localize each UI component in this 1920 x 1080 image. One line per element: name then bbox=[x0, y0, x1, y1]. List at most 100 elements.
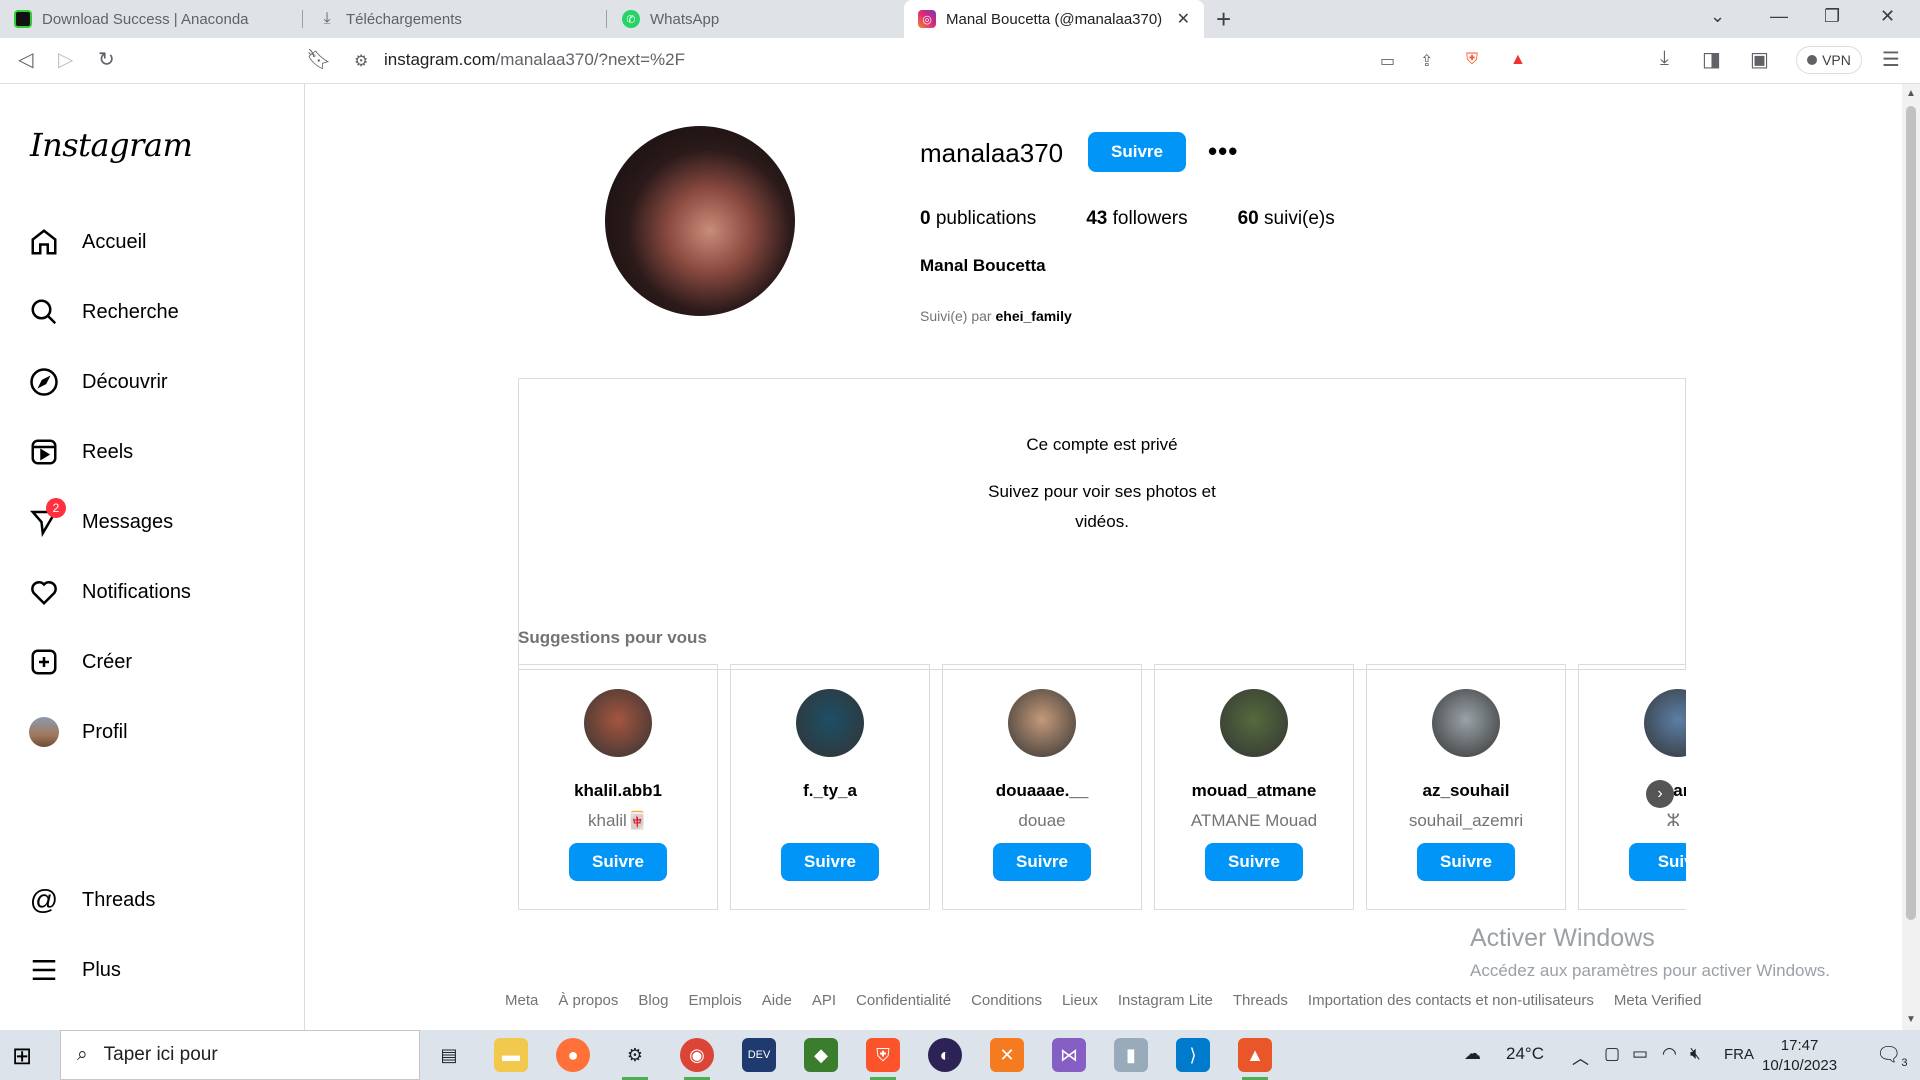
footer-link[interactable]: Lieux bbox=[1062, 992, 1098, 1009]
sidebar-item-threads[interactable]: @ Threads bbox=[28, 884, 156, 916]
file-explorer-icon[interactable]: ▬ bbox=[494, 1038, 528, 1072]
firefox-icon[interactable]: ● bbox=[556, 1038, 590, 1072]
sidebar-toggle-icon[interactable]: ◨ bbox=[1702, 47, 1721, 72]
close-window-button[interactable]: ✕ bbox=[1880, 6, 1895, 27]
new-tab-button[interactable]: + bbox=[1216, 4, 1231, 35]
tray-chevron-icon[interactable]: ︿ bbox=[1572, 1044, 1589, 1069]
suggestion-follow-button[interactable]: Suivi bbox=[1629, 843, 1686, 881]
footer-link[interactable]: API bbox=[812, 992, 836, 1009]
footer-link[interactable]: Blog bbox=[638, 992, 668, 1009]
brave-shield-icon[interactable]: ⛨ bbox=[1466, 51, 1478, 69]
following-stat[interactable]: 60 suivi(e)s bbox=[1238, 208, 1335, 230]
sidebar-item-reels[interactable]: Reels bbox=[28, 436, 133, 468]
vpn-button[interactable]: VPN bbox=[1796, 46, 1862, 74]
taskbar-search[interactable]: ⌕ Taper ici pour bbox=[60, 1030, 420, 1080]
restore-button[interactable]: ❐ bbox=[1824, 6, 1840, 27]
chrome-icon[interactable]: ◉ bbox=[680, 1038, 714, 1080]
suggestion-follow-button[interactable]: Suivre bbox=[1205, 843, 1303, 881]
devcpp-icon[interactable]: DEV bbox=[742, 1038, 776, 1072]
footer-link[interactable]: Meta Verified bbox=[1614, 992, 1702, 1009]
profile-picture[interactable] bbox=[605, 126, 795, 316]
task-view-icon[interactable]: ▤ bbox=[432, 1038, 466, 1072]
volume-muted-icon[interactable]: 🔇︎ bbox=[1690, 1044, 1701, 1064]
suggestion-username[interactable]: mouad_atmane bbox=[1155, 781, 1353, 801]
tab-list-chevron-icon[interactable]: ⌄ bbox=[1710, 6, 1725, 27]
next-arrow-icon[interactable]: › bbox=[1646, 780, 1674, 808]
visual-studio-icon[interactable]: ⋈ bbox=[1052, 1038, 1086, 1072]
sidebar-item-search[interactable]: Recherche bbox=[28, 296, 179, 328]
more-options-icon[interactable]: ••• bbox=[1208, 136, 1238, 167]
tab-downloads[interactable]: ⤓ Téléchargements bbox=[304, 0, 604, 38]
sidebar-item-more[interactable]: Plus bbox=[28, 954, 121, 986]
battery-icon[interactable]: ▭ bbox=[1632, 1044, 1648, 1064]
wallet-icon[interactable]: ▣ bbox=[1750, 47, 1769, 72]
brave-rewards-icon[interactable]: ▲ bbox=[1510, 51, 1526, 69]
followed-by[interactable]: Suivi(e) par ehei_family bbox=[920, 308, 1072, 324]
input-language[interactable]: FRA bbox=[1724, 1046, 1754, 1063]
xampp-icon[interactable]: ✕ bbox=[990, 1038, 1024, 1072]
forward-button[interactable]: ▷ bbox=[58, 47, 73, 72]
sidebar-item-explore[interactable]: Découvrir bbox=[28, 366, 168, 398]
tab-whatsapp[interactable]: ✆ WhatsApp bbox=[608, 0, 902, 38]
footer-link[interactable]: Threads bbox=[1233, 992, 1288, 1009]
close-tab-icon[interactable]: ✕ bbox=[1177, 9, 1190, 29]
footer-link[interactable]: Emplois bbox=[688, 992, 741, 1009]
minimize-button[interactable]: — bbox=[1770, 6, 1788, 27]
suggestion-username[interactable]: az_souhail bbox=[1367, 781, 1565, 801]
brave-icon[interactable]: ⛨ bbox=[866, 1038, 900, 1080]
sidebar-item-notifications[interactable]: Notifications bbox=[28, 576, 191, 608]
scroll-down-icon[interactable]: ▼ bbox=[1906, 1014, 1916, 1025]
bookmark-icon[interactable]: 🔖︎ bbox=[306, 47, 331, 72]
suggestion-avatar[interactable] bbox=[1008, 689, 1076, 757]
vscode-icon[interactable]: ⟩ bbox=[1176, 1038, 1210, 1072]
suggestion-username[interactable]: douaaae.__ bbox=[943, 781, 1141, 801]
followers-stat[interactable]: 43 followers bbox=[1086, 208, 1187, 230]
database-icon[interactable]: ▮ bbox=[1114, 1038, 1148, 1072]
suggestion-follow-button[interactable]: Suivre bbox=[993, 843, 1091, 881]
footer-link[interactable]: Instagram Lite bbox=[1118, 992, 1213, 1009]
suggestion-avatar[interactable] bbox=[584, 689, 652, 757]
cast-icon[interactable]: ▭ bbox=[1380, 51, 1395, 71]
taskbar-clock[interactable]: 17:47 10/10/2023 bbox=[1762, 1036, 1837, 1076]
back-button[interactable]: ◁ bbox=[18, 47, 33, 72]
settings-icon[interactable]: ⚙ bbox=[618, 1038, 652, 1080]
footer-link[interactable]: Meta bbox=[505, 992, 538, 1009]
suggestion-follow-button[interactable]: Suivre bbox=[1417, 843, 1515, 881]
scroll-up-icon[interactable]: ▲ bbox=[1906, 88, 1916, 99]
suggestion-follow-button[interactable]: Suivre bbox=[569, 843, 667, 881]
footer-link[interactable]: À propos bbox=[558, 992, 618, 1009]
sidebar-item-profile[interactable]: Profil bbox=[28, 716, 128, 748]
downloads-icon[interactable]: ⤓ bbox=[1660, 47, 1669, 70]
footer-link[interactable]: Confidentialité bbox=[856, 992, 951, 1009]
suggestion-avatar[interactable] bbox=[796, 689, 864, 757]
suggestion-avatar[interactable] bbox=[1644, 689, 1686, 757]
sidebar-item-home[interactable]: Accueil bbox=[28, 226, 146, 258]
suggestion-follow-button[interactable]: Suivre bbox=[781, 843, 879, 881]
suggestion-avatar[interactable] bbox=[1220, 689, 1288, 757]
share-icon[interactable]: ⇪ bbox=[1420, 51, 1433, 71]
meet-icon[interactable]: ▢ bbox=[1604, 1044, 1620, 1064]
sidebar-item-create[interactable]: Créer bbox=[28, 646, 132, 678]
site-settings-icon[interactable]: ⚙ bbox=[354, 51, 368, 71]
eclipse-icon[interactable]: ◐ bbox=[928, 1038, 962, 1072]
instagram-logo[interactable]: Instagram bbox=[30, 126, 193, 164]
browser-menu-icon[interactable]: ☰ bbox=[1882, 47, 1900, 72]
footer-link[interactable]: Aide bbox=[762, 992, 792, 1009]
weather-temperature[interactable]: 24°C bbox=[1506, 1044, 1544, 1064]
suggestion-username[interactable]: f._ty_a bbox=[731, 781, 929, 801]
app-icon[interactable]: ◆ bbox=[804, 1038, 838, 1072]
windows-start-icon[interactable]: ⊞ bbox=[12, 1042, 32, 1071]
follow-button[interactable]: Suivre bbox=[1088, 132, 1186, 172]
matlab-icon[interactable]: ▲ bbox=[1238, 1038, 1272, 1080]
omnibox[interactable]: ⚙ instagram.com/manalaa370/?next=%2F ▭ ⇪… bbox=[342, 43, 1542, 77]
suggestion-avatar[interactable] bbox=[1432, 689, 1500, 757]
footer-link[interactable]: Conditions bbox=[971, 992, 1042, 1009]
weather-icon[interactable]: ☁ bbox=[1464, 1044, 1481, 1064]
scrollbar-thumb[interactable] bbox=[1906, 106, 1916, 920]
footer-link[interactable]: Importation des contacts et non-utilisat… bbox=[1308, 992, 1594, 1009]
sidebar-item-messages[interactable]: 2 Messages bbox=[28, 498, 173, 538]
tab-instagram[interactable]: ◎ Manal Boucetta (@manalaa370) ✕ bbox=[904, 0, 1204, 38]
tab-anaconda[interactable]: Download Success | Anaconda bbox=[0, 0, 300, 38]
reload-button[interactable]: ↻ bbox=[98, 47, 115, 72]
page-scrollbar[interactable]: ▲ ▼ bbox=[1902, 84, 1920, 1030]
